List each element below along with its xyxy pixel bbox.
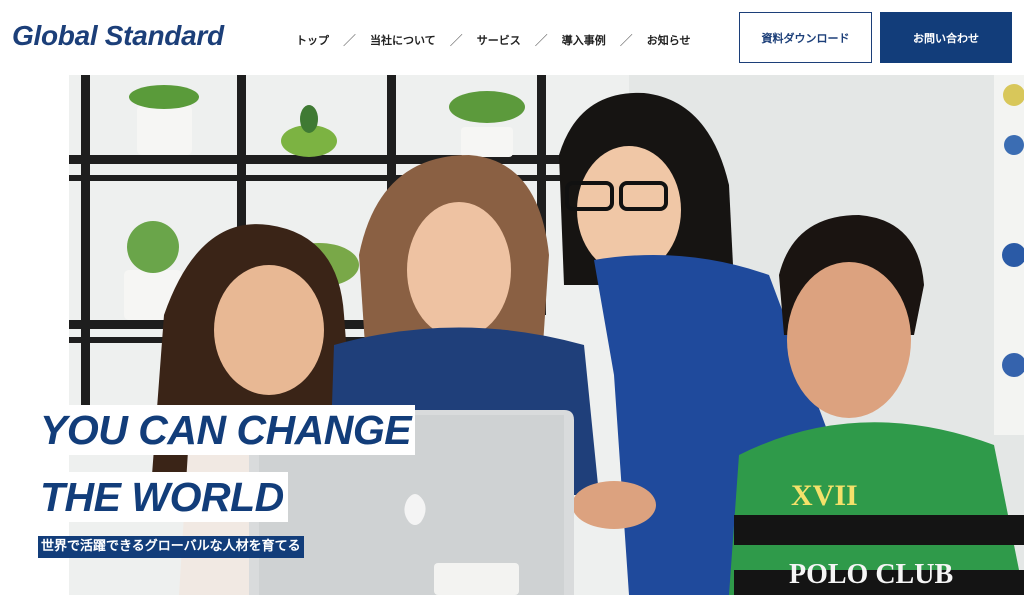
site-header: Global Standard トップ ／ 当社について ／ サービス ／ 導入… — [0, 0, 1024, 75]
hero-headline-line-2: THE WORLD — [38, 472, 288, 522]
nav-item-case-studies[interactable]: 導入事例 — [562, 32, 606, 48]
hero-subcopy: 世界で活躍できるグローバルな人材を育てる — [38, 536, 304, 558]
site-logo[interactable]: Global Standard — [12, 20, 224, 52]
nav-separator: ／ — [534, 34, 548, 49]
nav-item-about[interactable]: 当社について — [370, 32, 436, 48]
nav-item-news[interactable]: お知らせ — [647, 32, 691, 48]
shirt-print-text: POLO CLUB — [789, 559, 953, 590]
nav-separator: ／ — [449, 34, 463, 49]
nav-separator: ／ — [343, 34, 357, 49]
nav-item-services[interactable]: サービス — [477, 32, 521, 48]
download-materials-button[interactable]: 資料ダウンロード — [739, 12, 872, 63]
contact-button[interactable]: お問い合わせ — [880, 12, 1012, 63]
global-nav: トップ ／ 当社について ／ サービス ／ 導入事例 ／ お知らせ — [296, 30, 691, 50]
nav-separator: ／ — [619, 34, 633, 49]
nav-item-top[interactable]: トップ — [296, 32, 329, 48]
hero-headline-line-1: YOU CAN CHANGE — [38, 405, 416, 455]
shirt-number-text: XVII — [791, 479, 858, 512]
